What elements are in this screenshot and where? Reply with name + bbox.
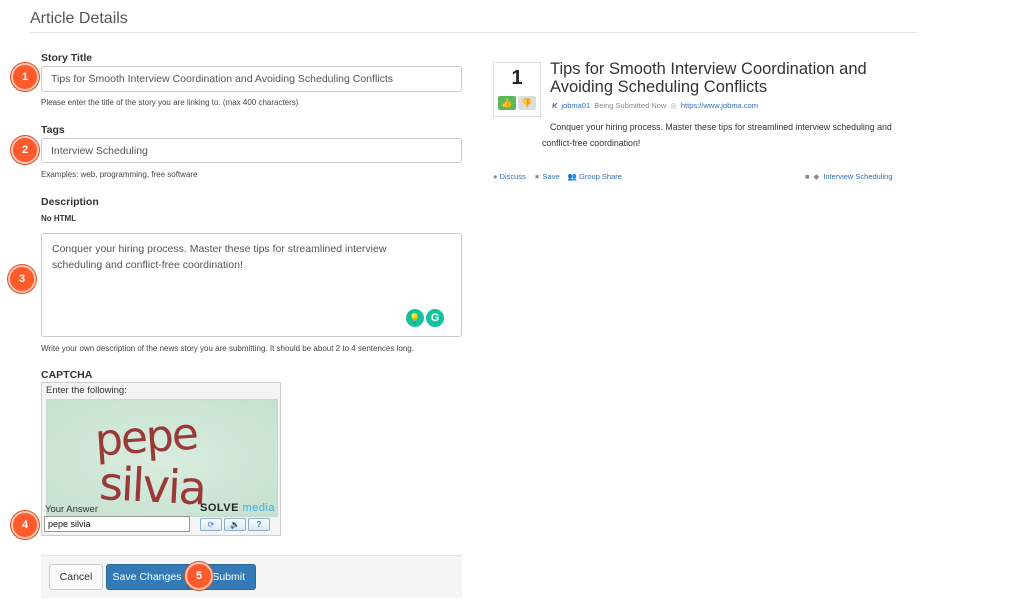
step-badge-2: 2 — [11, 136, 39, 164]
group-share-label: Group Share — [578, 172, 622, 181]
save-label: Save — [542, 172, 560, 181]
step-badge-4: 4 — [11, 511, 39, 539]
preview-title[interactable]: Tips for Smooth Interview Coordination a… — [550, 60, 910, 96]
captcha-controls: ⟳ 🔈 ? — [200, 518, 270, 531]
preview-tags: ■ ◆ Interview Scheduling — [805, 172, 893, 181]
preview-description: Conquer your hiring process. Master thes… — [542, 122, 892, 148]
story-title-label: Story Title — [41, 52, 93, 64]
help-icon[interactable]: ? — [248, 518, 270, 531]
folder-icon: ■ — [805, 172, 810, 181]
tag-icon: ◆ — [813, 172, 820, 181]
thumbs-down-icon[interactable]: 👎 — [518, 96, 536, 110]
grammarly-icon[interactable]: G — [426, 309, 444, 327]
page-title: Article Details — [30, 10, 128, 27]
description-help: Write your own description of the news s… — [41, 344, 414, 353]
description-label: Description — [41, 196, 99, 208]
vote-buttons: 👍 👎 — [498, 96, 536, 110]
captcha-label: CAPTCHA — [41, 369, 93, 381]
solvemedia-solve: SOLVE — [200, 502, 239, 514]
tags-input[interactable]: Interview Scheduling — [41, 138, 462, 163]
discuss-label: Discuss — [499, 172, 526, 181]
title-divider — [30, 32, 917, 33]
captcha-answer-input[interactable]: pepe silvia — [44, 516, 190, 532]
preview-user[interactable]: jobma01 — [561, 101, 590, 110]
captcha-widget: Enter the following: pepe silvia Your An… — [41, 382, 281, 536]
save-link[interactable]: ★ Save — [534, 172, 560, 181]
audio-icon[interactable]: 🔈 — [224, 518, 246, 531]
tags-help: Examples: web, programming, free softwar… — [41, 170, 198, 179]
vote-count: 1 — [511, 67, 523, 89]
users-icon: 👥 — [567, 172, 577, 181]
tags-label: Tags — [41, 124, 65, 136]
captcha-prompt: Enter the following: — [46, 385, 127, 396]
preview-tag[interactable]: Interview Scheduling — [823, 172, 892, 181]
refresh-icon[interactable]: ⟳ — [200, 518, 222, 531]
lightbulb-icon[interactable]: 💡 — [406, 309, 424, 327]
solvemedia-media: media — [242, 502, 276, 514]
save-changes-button[interactable]: Save Changes — [106, 564, 188, 590]
preview-meta: K jobma01 Being Submitted Now ◎ https://… — [552, 101, 758, 110]
captcha-image: pepe silvia — [46, 399, 278, 517]
cancel-button[interactable]: Cancel — [49, 564, 103, 590]
description-text: Conquer your hiring process. Master thes… — [52, 243, 387, 271]
vote-box: 1 👍 👎 — [493, 62, 541, 117]
group-share-link[interactable]: 👥 Group Share — [568, 172, 622, 181]
discuss-link[interactable]: ● Discuss — [493, 172, 526, 181]
preview-status: Being Submitted Now — [594, 101, 667, 110]
star-icon: ★ — [533, 172, 541, 181]
story-title-input[interactable]: Tips for Smooth Interview Coordination a… — [41, 66, 462, 92]
preview-actions: ● Discuss ★ Save 👥 Group Share — [493, 172, 622, 181]
step-badge-3: 3 — [8, 265, 36, 293]
captcha-answer-label: Your Answer — [45, 504, 98, 515]
globe-icon: ◎ — [670, 101, 677, 110]
user-avatar-icon: K — [552, 101, 558, 110]
thumbs-up-icon[interactable]: 👍 — [498, 96, 516, 110]
story-title-help: Please enter the title of the story you … — [41, 98, 299, 107]
step-badge-1: 1 — [11, 63, 39, 91]
step-badge-5: 5 — [185, 562, 213, 590]
captcha-word-2: silvia — [98, 456, 206, 515]
preview-url[interactable]: https://www.jobma.com — [681, 101, 758, 110]
grammarly-widget[interactable]: 💡 G — [406, 309, 444, 327]
solvemedia-logo: SOLVE media — [200, 502, 275, 514]
description-textarea[interactable]: Conquer your hiring process. Master thes… — [41, 233, 462, 337]
comment-icon: ● — [493, 172, 498, 181]
description-sublabel: No HTML — [41, 214, 77, 223]
